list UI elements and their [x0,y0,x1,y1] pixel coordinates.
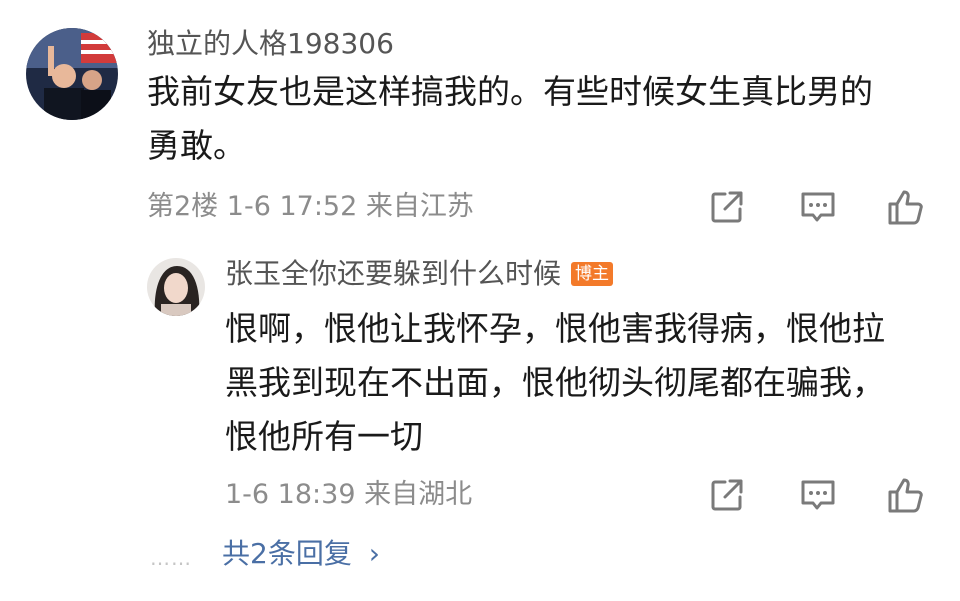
reply-share-button[interactable] [705,473,749,517]
author-badge: 博主 [571,262,614,286]
reply-comment-button[interactable] [796,473,840,517]
reply-text-line: 恨啊，恨他让我怀孕，恨他害我得病，恨他拉 [225,309,885,348]
comment-icon [801,192,835,222]
avatar[interactable] [26,28,118,120]
share-button[interactable] [705,185,749,229]
reply-text: 恨啊，恨他让我怀孕，恨他害我得病，恨他拉 黑我到现在不出面，恨他彻头彻尾都在骗我… [225,302,940,464]
comment-text-line: 勇敢。 [147,126,246,165]
comment-location: 来自江苏 [365,191,474,222]
avatar-photo [147,258,205,316]
reply-time: 1-6 18:39 [225,479,356,510]
view-replies-label: 共2条回复 [222,537,352,570]
share-icon [711,479,743,511]
reply-username-row: 张玉全你还要躲到什么时候 博主 [225,257,614,290]
avatar-photo [26,28,118,120]
reply-username[interactable]: 张玉全你还要躲到什么时候 [225,257,561,290]
reply-text-line: 黑我到现在不出面，恨他彻头彻尾都在骗我， [225,363,885,402]
comment-text-line: 我前女友也是这样搞我的。有些时候女生真比男的 [147,72,873,111]
comment-time: 1-6 17:52 [226,191,358,222]
comment-button[interactable] [796,185,840,229]
thumbs-up-icon [888,478,923,513]
replies-dots: …… [150,546,192,570]
reply-like-button[interactable] [884,473,928,517]
comment-username[interactable]: 独立的人格198306 [147,28,394,60]
comment-text: 我前女友也是这样搞我的。有些时候女生真比男的 勇敢。 [147,65,937,173]
reply-location: 来自湖北 [364,479,473,510]
chevron-right-icon: › [368,537,380,570]
thumbs-up-icon [888,190,923,225]
reply-text-line: 恨他所有一切 [225,417,423,456]
comment-icon [801,480,835,510]
reply-avatar[interactable] [147,258,205,316]
share-icon [711,191,743,223]
reply-meta: 1-6 18:39 来自湖北 [225,479,472,511]
view-replies-link[interactable]: 共2条回复 › [222,538,380,570]
floor-number: 第2楼 [147,191,219,222]
comment-meta: 第2楼 1-6 17:52 来自江苏 [147,191,474,223]
like-button[interactable] [884,185,928,229]
